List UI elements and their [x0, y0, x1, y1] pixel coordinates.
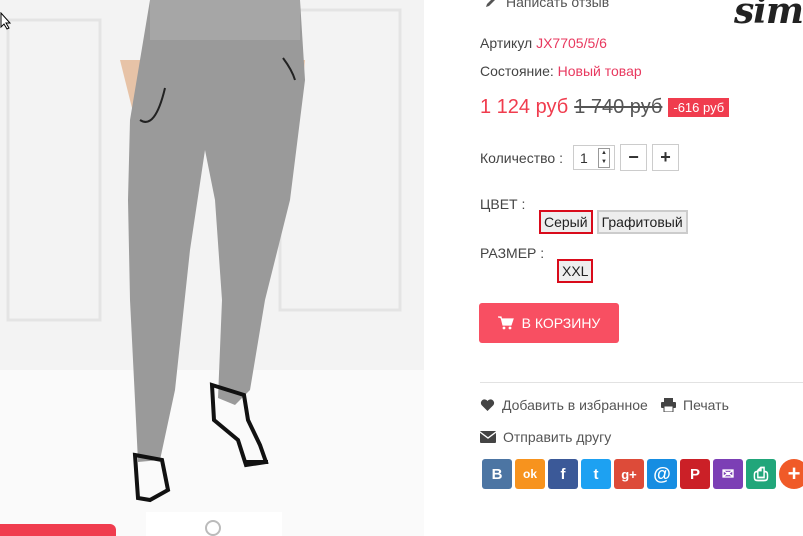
- spin-down-icon[interactable]: ▼: [599, 158, 609, 167]
- quantity-row: Количество : 1 ▲ ▼ − +: [480, 144, 679, 171]
- quantity-minus-button[interactable]: −: [619, 144, 647, 171]
- share-buttons: B ok f t g+ @ P ✉ ⎙ +: [482, 459, 803, 489]
- quantity-plus-button[interactable]: +: [651, 144, 679, 171]
- color-label: ЦВЕТ :: [480, 196, 526, 212]
- old-price: 1 740 руб: [574, 96, 663, 118]
- quantity-input[interactable]: 1 ▲ ▼: [572, 145, 615, 170]
- color-options: Серый Графитовый: [539, 210, 688, 234]
- site-logo[interactable]: sim: [734, 0, 803, 32]
- add-to-cart-button[interactable]: В КОРЗИНУ: [479, 303, 619, 343]
- mail-ru-icon[interactable]: @: [647, 459, 677, 489]
- send-to-friend-label: Отправить другу: [503, 429, 612, 445]
- pencil-icon: [486, 0, 495, 7]
- size-options: XXL: [557, 259, 594, 283]
- email-icon[interactable]: ✉: [713, 459, 743, 489]
- print-share-icon[interactable]: ⎙: [746, 459, 776, 489]
- pinterest-icon[interactable]: P: [680, 459, 710, 489]
- print-link[interactable]: Печать: [661, 397, 729, 413]
- color-option-gray[interactable]: Серый: [539, 210, 593, 234]
- size-option-xxl[interactable]: XXL: [557, 259, 594, 283]
- sku-line: Артикул JX7705/5/6: [480, 35, 607, 51]
- sku-value: JX7705/5/6: [536, 35, 607, 51]
- sku-label: Артикул: [480, 35, 533, 51]
- write-review-link[interactable]: Написать отзыв: [484, 0, 609, 10]
- quantity-label: Количество :: [480, 149, 563, 166]
- google-plus-icon[interactable]: g+: [614, 459, 644, 489]
- divider: [480, 382, 803, 383]
- facebook-icon[interactable]: f: [548, 459, 578, 489]
- more-icon[interactable]: +: [779, 459, 803, 489]
- print-label: Печать: [683, 397, 729, 413]
- heart-icon: [480, 398, 495, 411]
- quantity-spinner[interactable]: ▲ ▼: [597, 147, 610, 168]
- write-review-label: Написать отзыв: [506, 0, 610, 10]
- send-to-friend-link[interactable]: Отправить другу: [480, 429, 611, 445]
- price-block: 1 124 руб 1 740 руб -616 руб: [480, 96, 730, 119]
- add-to-favorites-link[interactable]: Добавить в избранное: [480, 397, 648, 413]
- vk-icon[interactable]: B: [482, 459, 512, 489]
- discount-badge: -616 руб: [668, 98, 730, 117]
- envelope-icon: [480, 431, 496, 443]
- odnoklassniki-icon[interactable]: ok: [515, 459, 545, 489]
- quantity-value: 1: [579, 149, 588, 166]
- color-option-graphite[interactable]: Графитовый: [596, 210, 688, 234]
- product-photo-pants: [0, 0, 424, 536]
- promo-badge: [0, 524, 116, 536]
- size-label: РАЗМЕР :: [480, 245, 545, 261]
- printer-icon: [661, 398, 676, 412]
- product-info: Написать отзыв sim Артикул JX7705/5/6 Со…: [424, 0, 803, 536]
- cart-icon: [497, 316, 514, 330]
- product-image[interactable]: [0, 0, 424, 536]
- spin-up-icon[interactable]: ▲: [599, 149, 609, 158]
- condition-label: Состояние:: [480, 63, 554, 79]
- condition-line: Состояние: Новый товар: [480, 63, 642, 79]
- add-to-favorites-label: Добавить в избранное: [502, 397, 648, 413]
- twitter-icon[interactable]: t: [581, 459, 611, 489]
- condition-value: Новый товар: [557, 63, 642, 79]
- zoom-icon[interactable]: [205, 520, 221, 536]
- add-to-cart-label: В КОРЗИНУ: [521, 315, 601, 331]
- current-price: 1 124 руб: [480, 96, 569, 118]
